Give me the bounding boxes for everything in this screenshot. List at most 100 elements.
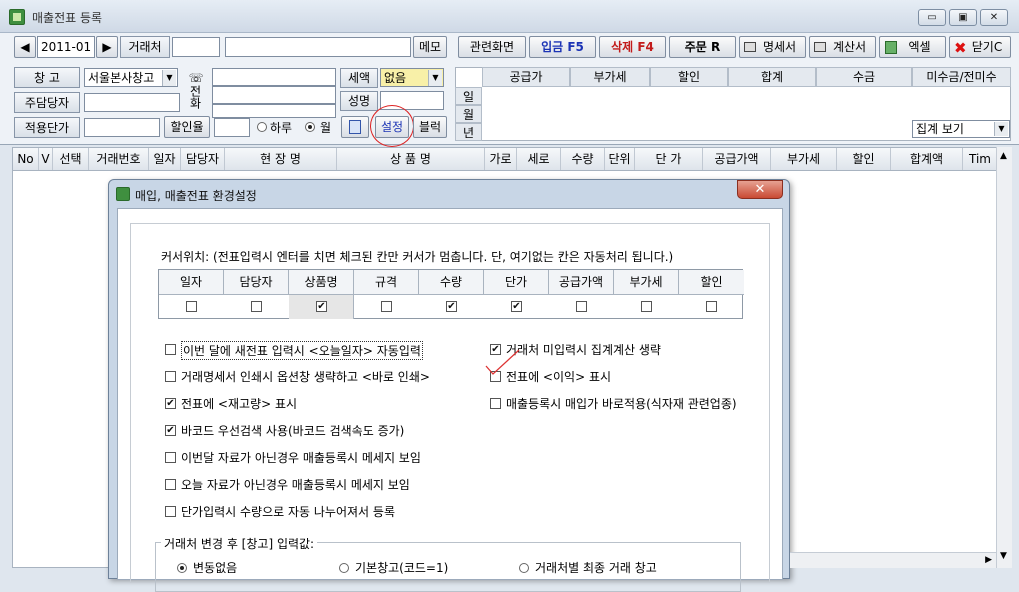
delete-button[interactable]: 삭제 F4: [599, 36, 666, 58]
col-select[interactable]: 선택: [53, 148, 89, 170]
col-trans-no[interactable]: 거래번호: [89, 148, 149, 170]
option-stock-checkbox[interactable]: ✔: [165, 398, 176, 409]
month-radio-label: 월: [320, 121, 332, 135]
phone-input-2[interactable]: [212, 86, 336, 104]
col-unit[interactable]: 단위: [605, 148, 635, 170]
customer-name-input[interactable]: [225, 37, 411, 57]
cursor-check-vat[interactable]: [641, 301, 652, 312]
phone-label: ☏ 전화: [188, 71, 204, 117]
close-button[interactable]: ✕: [980, 9, 1008, 26]
customer-code-input[interactable]: [172, 37, 220, 57]
highlight-circle: [370, 105, 414, 147]
day-radio[interactable]: [257, 122, 267, 132]
manager-input[interactable]: [84, 93, 180, 112]
cursor-check-manager[interactable]: [251, 301, 262, 312]
col-no[interactable]: No: [13, 148, 39, 170]
cursor-col-price: 단가: [484, 270, 549, 294]
table-header: No V 선택 거래번호 일자 담당자 현 장 명 상 품 명 가로 세로 수량…: [12, 147, 1012, 171]
chevron-down-icon: ▼: [162, 70, 176, 86]
date-field[interactable]: 2011-01: [37, 36, 95, 58]
excel-button[interactable]: 엑셀: [879, 36, 946, 58]
toolbar: ◀ 2011-01 ▶ 거래처 메모 관련화면 입금 F5 삭제 F4 주문 R…: [0, 33, 1019, 147]
prev-month-button[interactable]: ◀: [14, 36, 36, 58]
excel-icon: [885, 41, 897, 54]
cursor-check-price[interactable]: ✔: [511, 301, 522, 312]
option-stock-label: 전표에 <재고량> 표시: [181, 397, 298, 411]
close-screen-button[interactable]: ✖ 닫기C: [949, 36, 1011, 58]
memo-button[interactable]: 메모: [413, 36, 447, 58]
option-divide-qty-checkbox[interactable]: [165, 506, 176, 517]
statement-button[interactable]: 명세서: [739, 36, 806, 58]
option-today-date-checkbox[interactable]: [165, 344, 176, 355]
radio-default-warehouse[interactable]: [339, 563, 349, 573]
phone-input-3[interactable]: [212, 104, 336, 118]
col-site[interactable]: 현 장 명: [225, 148, 337, 170]
chevron-down-icon: ▼: [428, 70, 442, 86]
option-purchase-price-label: 매출등록시 매입가 바로적용(식자재 관련업종): [506, 397, 737, 411]
related-screen-button[interactable]: 관련화면: [458, 36, 526, 58]
tax-select[interactable]: 없음 ▼: [380, 68, 444, 87]
phone-input-1[interactable]: [212, 68, 336, 86]
option-barcode-checkbox[interactable]: ✔: [165, 425, 176, 436]
col-vat[interactable]: 부가세: [771, 148, 837, 170]
radio-no-change[interactable]: [177, 563, 187, 573]
invoice-button[interactable]: 계산서: [809, 36, 876, 58]
order-button[interactable]: 주문 R: [669, 36, 736, 58]
receive-button[interactable]: 입금 F5: [529, 36, 596, 58]
option-today-msg-checkbox[interactable]: [165, 479, 176, 490]
option-purchase-price-checkbox[interactable]: [490, 398, 501, 409]
horizontal-scrollbar[interactable]: ▶: [790, 552, 996, 568]
price-label: 적용단가: [14, 117, 80, 138]
col-total[interactable]: 합계액: [891, 148, 963, 170]
discount-button[interactable]: 할인율: [164, 116, 210, 138]
close-x-icon: ✖: [954, 39, 967, 57]
col-date[interactable]: 일자: [149, 148, 181, 170]
radio-last-warehouse[interactable]: [519, 563, 529, 573]
vertical-scrollbar[interactable]: ▲ ▼: [996, 147, 1012, 568]
cursor-check-date[interactable]: [186, 301, 197, 312]
cursor-check-spec[interactable]: [381, 301, 392, 312]
excel-label: 엑셀: [908, 40, 931, 54]
scroll-down-icon[interactable]: ▼: [1000, 551, 1007, 561]
cursor-check-product[interactable]: ✔: [316, 301, 327, 312]
col-width[interactable]: 가로: [485, 148, 517, 170]
price-input[interactable]: [84, 118, 160, 137]
option-divide-qty-label: 단가입력시 수량으로 자동 나누어져서 등록: [181, 505, 395, 519]
option-direct-print-checkbox[interactable]: [165, 371, 176, 382]
close-screen-label: 닫기C: [971, 40, 1003, 54]
phone-icon: ☏: [188, 71, 204, 85]
window-title: 매출전표 등록: [32, 11, 103, 25]
col-height[interactable]: 세로: [517, 148, 561, 170]
col-qty[interactable]: 수량: [561, 148, 605, 170]
block-button[interactable]: 블럭: [413, 116, 447, 138]
col-v[interactable]: V: [39, 148, 53, 170]
minimize-button[interactable]: ▭: [918, 9, 946, 26]
warehouse-select[interactable]: 서울본사창고 ▼: [84, 68, 178, 87]
view-select[interactable]: 집계 보기 ▼: [912, 120, 1010, 138]
edit-button[interactable]: [341, 116, 369, 138]
cursor-col-product: 상품명: [289, 270, 354, 294]
col-manager[interactable]: 담당자: [181, 148, 225, 170]
next-month-button[interactable]: ▶: [96, 36, 118, 58]
month-radio[interactable]: [305, 122, 315, 132]
cursor-check-supply[interactable]: [576, 301, 587, 312]
dialog-close-button[interactable]: ✕: [737, 180, 783, 199]
col-discount[interactable]: 할인: [837, 148, 891, 170]
col-product[interactable]: 상 품 명: [337, 148, 485, 170]
scroll-right-icon[interactable]: ▶: [985, 555, 992, 565]
tax-label: 세액: [340, 68, 378, 88]
option-month-msg-checkbox[interactable]: [165, 452, 176, 463]
col-price[interactable]: 단 가: [635, 148, 703, 170]
cursor-check-qty[interactable]: ✔: [446, 301, 457, 312]
discount-input[interactable]: [214, 118, 250, 137]
phone-label-text: 전화: [188, 85, 202, 109]
maximize-button[interactable]: ▣: [949, 9, 977, 26]
col-time[interactable]: Tim: [963, 148, 997, 170]
scroll-up-icon[interactable]: ▲: [1000, 151, 1007, 161]
cursor-check-discount[interactable]: [706, 301, 717, 312]
option-barcode-label: 바코드 우선검색 사용(바코드 검색속도 증가): [181, 424, 405, 438]
dialog-app-icon: [116, 187, 130, 201]
option-direct-print-label: 거래명세서 인쇄시 옵션창 생략하고 <바로 인쇄>: [181, 370, 430, 384]
invoice-label: 계산서: [832, 40, 867, 54]
col-supply[interactable]: 공급가액: [703, 148, 771, 170]
